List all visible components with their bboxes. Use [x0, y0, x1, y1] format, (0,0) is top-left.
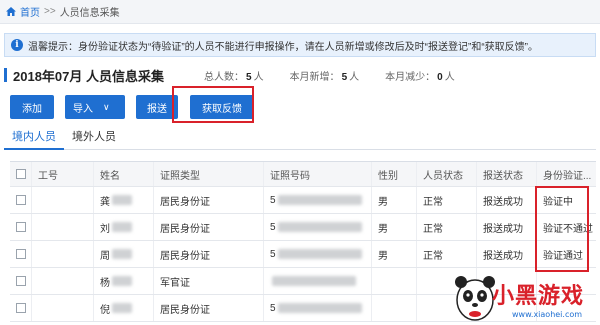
cell-name: 龚 — [94, 187, 154, 213]
cell-no — [32, 241, 94, 267]
cell-submit-status: 报送成功 — [477, 241, 537, 267]
breadcrumb: 首页 >> 人员信息采集 — [0, 0, 600, 24]
redacted-id-number — [277, 222, 362, 232]
cell-person-status: 正常 — [417, 214, 477, 240]
cell-id-number — [264, 268, 372, 294]
row-select-cell — [10, 268, 32, 294]
import-label: 导入 — [73, 103, 93, 115]
row-checkbox[interactable] — [15, 195, 26, 205]
cell-id-number: 5 — [264, 187, 372, 213]
page-header: 2018年07月 人员信息采集 总人数： 5 人 本月新增： 5 人 本月减少： 0 人 — [4, 64, 596, 86]
cell-gender: 男 — [372, 187, 417, 213]
cell-id-type: 居民身份证 — [154, 214, 264, 240]
cell-gender — [372, 295, 417, 321]
column-header-id-number[interactable]: 证照号码 — [264, 162, 372, 186]
cell-id-type: 居民身份证 — [154, 241, 264, 267]
row-select-cell — [10, 295, 32, 321]
cell-submit-status: 报送成功 — [477, 214, 537, 240]
cell-id-type: 居民身份证 — [154, 295, 264, 321]
watermark-url: www.xiaohei.com — [512, 310, 583, 319]
column-header-person-status[interactable]: 人员状态 — [417, 162, 477, 186]
stat-removed: 本月减少： 0 人 — [385, 72, 455, 83]
info-icon: i — [11, 39, 23, 51]
cell-id-type: 军官证 — [154, 268, 264, 294]
stat-new: 本月新增： 5 人 — [289, 72, 360, 83]
redacted-id-number — [277, 249, 362, 259]
verify-status-highlight — [535, 186, 589, 272]
row-select-cell — [10, 187, 32, 213]
import-dropdown-button[interactable]: 导入 ∨ — [65, 95, 125, 119]
tab-foreign[interactable]: 境外人员 — [64, 128, 124, 150]
cell-gender: 男 — [372, 241, 417, 267]
row-checkbox[interactable] — [15, 303, 26, 313]
cell-submit-status: 报送成功 — [477, 187, 537, 213]
notice-text: 温馨提示：身份验证状态为“待验证”的人员不能进行申报操作，请在人员新增或修改后及… — [28, 41, 538, 53]
redacted-id-number — [277, 303, 362, 313]
row-select-cell — [10, 241, 32, 267]
cell-no — [32, 187, 94, 213]
cell-id-number: 5 — [264, 214, 372, 240]
breadcrumb-separator: >> — [44, 6, 56, 17]
table-row[interactable]: 周 居民身份证 5 男 正常 报送成功 验证通过 — [10, 241, 596, 268]
row-checkbox[interactable] — [15, 222, 26, 232]
select-all-checkbox[interactable] — [15, 169, 26, 179]
stat-total: 总人数： 5 人 — [204, 72, 264, 83]
notice-banner: i 温馨提示：身份验证状态为“待验证”的人员不能进行申报操作，请在人员新增或修改… — [4, 33, 596, 57]
column-header-submit-status[interactable]: 报送状态 — [477, 162, 537, 186]
tab-bar: 境内人员 境外人员 — [4, 128, 596, 150]
breadcrumb-current: 人员信息采集 — [59, 8, 120, 19]
row-select-cell — [10, 214, 32, 240]
home-icon — [6, 7, 16, 16]
cell-person-status: 正常 — [417, 187, 477, 213]
redacted-name — [112, 303, 132, 313]
fetch-feedback-highlight — [172, 86, 254, 123]
breadcrumb-home-link[interactable]: 首页 — [20, 4, 40, 19]
cell-name: 杨 — [94, 268, 154, 294]
redacted-id-number — [272, 276, 356, 286]
table-row[interactable]: 刘 居民身份证 5 男 正常 报送成功 验证不通过 — [10, 214, 596, 241]
redacted-name — [112, 195, 132, 205]
row-checkbox[interactable] — [15, 249, 26, 259]
cell-id-type: 居民身份证 — [154, 187, 264, 213]
cell-name: 倪 — [94, 295, 154, 321]
cell-name: 周 — [94, 241, 154, 267]
table-row[interactable]: 龚 居民身份证 5 男 正常 报送成功 验证中 — [10, 187, 596, 214]
cell-name: 刘 — [94, 214, 154, 240]
table-header-row: 工号 姓名 证照类型 证照号码 性别 人员状态 报送状态 身份验证... — [10, 162, 596, 187]
cell-id-number: 5 — [264, 295, 372, 321]
cell-no — [32, 214, 94, 240]
chevron-down-icon: ∨ — [103, 101, 110, 112]
column-header-id-type[interactable]: 证照类型 — [154, 162, 264, 186]
select-all-cell — [10, 162, 32, 186]
row-checkbox[interactable] — [15, 276, 26, 286]
redacted-name — [112, 276, 132, 286]
redacted-id-number — [277, 195, 362, 205]
title-accent-bar — [4, 68, 7, 82]
cell-no — [32, 295, 94, 321]
add-button[interactable]: 添加 — [10, 95, 54, 119]
cell-gender — [372, 268, 417, 294]
cell-person-status: 正常 — [417, 241, 477, 267]
redacted-name — [112, 222, 132, 232]
redacted-name — [112, 249, 132, 259]
stats-summary: 总人数： 5 人 本月新增： 5 人 本月减少： 0 人 — [204, 68, 481, 83]
cell-id-number: 5 — [264, 241, 372, 267]
column-header-name[interactable]: 姓名 — [94, 162, 154, 186]
page-title: 2018年07月 人员信息采集 — [13, 68, 164, 84]
watermark-text: 小黑游戏 — [492, 284, 585, 309]
cell-gender: 男 — [372, 214, 417, 240]
column-header-verify-status[interactable]: 身份验证... — [537, 162, 596, 186]
column-header-no[interactable]: 工号 — [32, 162, 94, 186]
column-header-gender[interactable]: 性别 — [372, 162, 417, 186]
watermark: 小黑游戏 www.xiaohei.com — [452, 270, 598, 325]
tab-domestic[interactable]: 境内人员 — [4, 128, 64, 150]
cell-no — [32, 268, 94, 294]
